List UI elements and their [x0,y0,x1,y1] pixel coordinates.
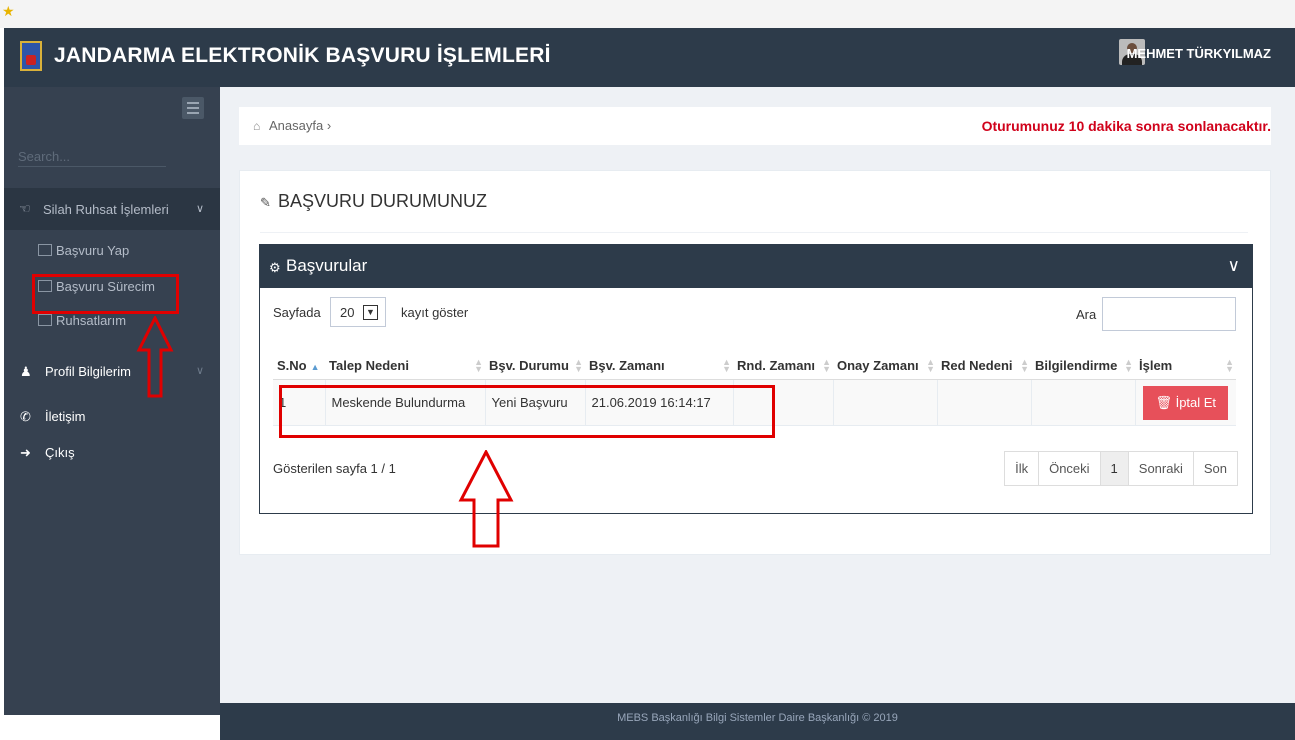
status-portlet: ✎ BAŞVURU DURUMUNUZ ⚙ Başvurular ∨ Sayfa… [239,170,1271,555]
jandarma-logo [20,41,42,71]
pager-prev[interactable]: Önceki [1038,452,1100,485]
col-rnd[interactable]: Rnd. Zamanı ▲ ▼ [733,351,833,380]
user-secret-icon: ♟ [20,364,32,379]
menu-toggle-icon[interactable] [182,97,204,119]
cancel-application-button[interactable]: 🗑 İptal Et [1143,385,1229,420]
chevron-down-icon: ▼ [363,305,378,320]
user-name[interactable]: MEHMET TÜRKYILMAZ [1127,46,1271,61]
annotation-highlight-row [279,385,775,438]
table-search-input[interactable] [1102,297,1236,331]
applications-box: ⚙ Başvurular ∨ Sayfada 20 ▼ kayıt göster… [259,244,1253,514]
chevron-down-icon: ∨ [195,203,204,215]
pager-next[interactable]: Sonraki [1127,452,1193,485]
length-label-post: kayıt göster [401,305,469,320]
col-islem[interactable]: İşlem ▲ ▼ [1135,351,1236,380]
table-info: Gösterilen sayfa 1 / 1 [273,461,396,476]
length-label: Sayfada [273,305,321,320]
box-header: ⚙ Başvurular ∨ [260,245,1252,288]
app-title: JANDARMA ELEKTRONİK BAŞVURU İŞLEMLERİ [54,44,551,67]
sidebar-item-label: Silah Ruhsat İşlemleri [43,202,169,217]
sign-out-icon: ➜ [20,445,31,460]
col-onay[interactable]: Onay Zamanı ▲ ▼ [833,351,937,380]
sidebar-subitem-basvuru-yap[interactable]: Başvuru Yap [38,243,129,258]
search-input[interactable] [18,147,166,167]
box-title: Başvurular [286,256,368,275]
cell-bilgi [1031,379,1136,426]
gears-icon: ⚙ [269,260,281,275]
search-label: Ara [1076,307,1097,322]
annotation-arrow-up-icon [458,450,514,548]
browser-strip: ★ [0,0,1295,28]
chevron-down-icon[interactable]: ∨ [1228,256,1240,276]
pagination: İlk Önceki 1 Sonraki Son [1004,451,1238,486]
breadcrumb: ⌂ Anasayfa › Oturumunuz 10 dakika sonra … [239,107,1271,145]
col-sno[interactable]: S.No ▲ [273,351,325,380]
sidebar-item-silah-ruhsat[interactable]: ☜ Silah Ruhsat İşlemleri ∨ [4,188,220,230]
trash-icon: 🗑 [1155,394,1172,410]
pencil-icon: ✎ [260,195,271,210]
home-icon[interactable]: ⌂ [253,119,260,133]
hand-pointer-icon: ☜ [19,201,31,216]
app-header: JANDARMA ELEKTRONİK BAŞVURU İŞLEMLERİ ME… [4,28,1295,87]
session-warning: Oturumunuz 10 dakika sonra sonlanacaktır… [981,118,1271,134]
footer: MEBS Başkanlığı Bilgi Sistemler Daire Ba… [220,703,1295,740]
cell-red [937,379,1032,426]
col-durum[interactable]: Bşv. Durumu ▲ ▼ [485,351,585,380]
sidebar-subitem-ruhsatlarim[interactable]: Ruhsatlarım [38,313,126,328]
sidebar: ☜ Silah Ruhsat İşlemleri ∨ Başvuru Yap B… [4,87,220,715]
col-zaman[interactable]: Bşv. Zamanı ▲ ▼ [585,351,733,380]
pager-first[interactable]: İlk [1005,452,1039,485]
annotation-highlight-sidebar [32,274,179,314]
chevron-down-icon: ∨ [195,365,204,377]
breadcrumb-separator: › [326,118,332,133]
phone-icon: ✆ [20,409,31,424]
col-talep[interactable]: Talep Nedeni ▲ ▼ [325,351,485,380]
col-red[interactable]: Red Nedeni ▲ ▼ [937,351,1031,380]
annotation-arrow-up-icon [136,316,174,398]
cell-onay [833,379,938,426]
col-bilgi[interactable]: Bilgilendirme ▲ ▼ [1031,351,1135,380]
cell-islem: 🗑 İptal Et [1135,379,1236,426]
id-card-icon [38,314,52,326]
divider [260,232,1248,233]
page-title: BAŞVURU DURUMUNUZ [278,191,488,211]
breadcrumb-home[interactable]: Anasayfa [269,118,323,133]
favorites-star-icon[interactable]: ★ [2,3,15,20]
page-length-select[interactable]: 20 ▼ [330,297,386,327]
edit-icon [38,244,52,256]
pager-last[interactable]: Son [1192,452,1237,485]
pager-page-1[interactable]: 1 [1099,452,1128,485]
page-length-value: 20 [340,305,355,320]
